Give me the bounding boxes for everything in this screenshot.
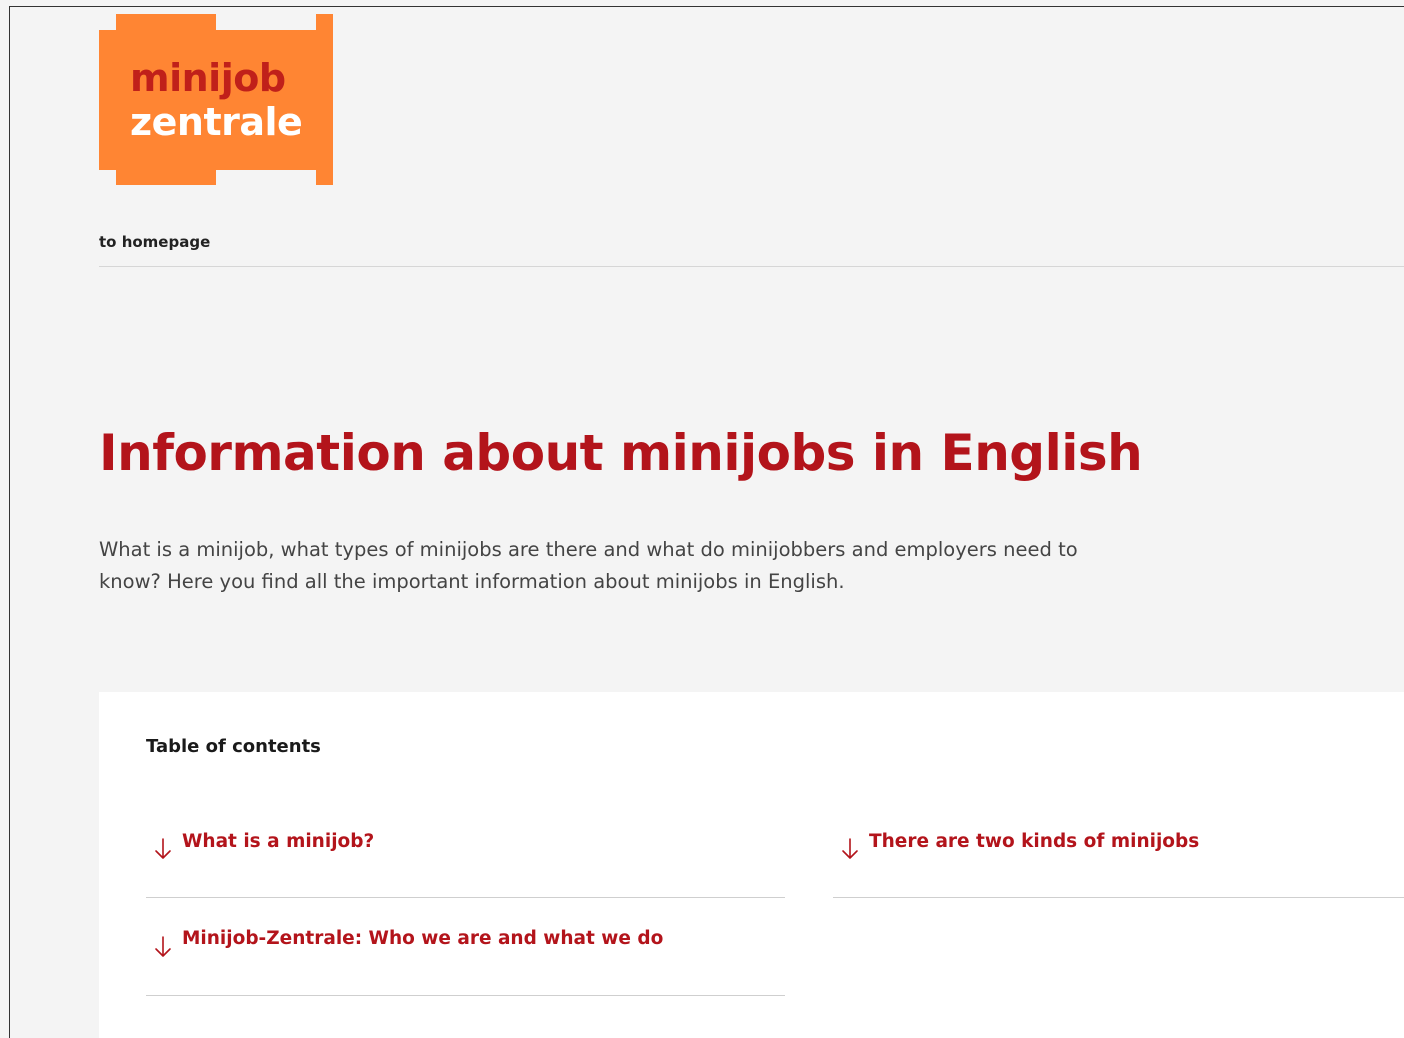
table-of-contents: Table of contents What is a minijob? The… <box>99 692 1404 1038</box>
logo-text: minijob zentrale <box>130 56 303 144</box>
arrow-down-icon <box>155 838 171 859</box>
logo-line-2: zentrale <box>130 100 303 144</box>
toc-item-what-is-minijob[interactable]: What is a minijob? <box>146 800 785 898</box>
logo-line-1: minijob <box>130 56 286 100</box>
arrow-down-icon <box>155 936 171 957</box>
logo[interactable]: minijob zentrale <box>99 14 333 185</box>
toc-item-label: There are two kinds of minijobs <box>869 831 1200 852</box>
toc-item-who-we-are[interactable]: Minijob-Zentrale: Who we are and what we… <box>146 898 785 996</box>
page-title: Information about minijobs in English <box>99 424 1143 482</box>
toc-item-two-kinds[interactable]: There are two kinds of minijobs <box>833 800 1404 898</box>
arrow-down-icon <box>842 838 858 859</box>
toc-item-label: What is a minijob? <box>182 831 375 852</box>
homepage-link[interactable]: to homepage <box>99 233 210 251</box>
intro-text: What is a minijob, what types of minijob… <box>99 538 1078 593</box>
toc-heading: Table of contents <box>146 736 321 757</box>
header-divider <box>99 266 1404 267</box>
toc-item-label: Minijob-Zentrale: Who we are and what we… <box>182 928 664 949</box>
